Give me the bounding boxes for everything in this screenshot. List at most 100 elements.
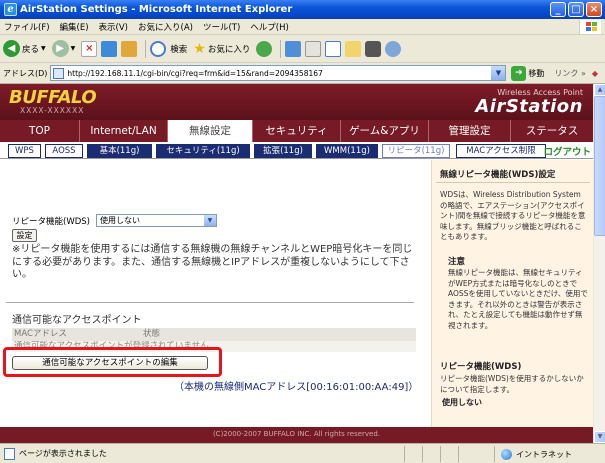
sub-navigation: WPS AOSS 基本(11g) セキュリティ(11g) 拡張(11g) WMM… — [0, 142, 593, 159]
main-navigation: TOP Internet/LAN 無線設定 セキュリティ ゲーム&アプリ 管理設… — [0, 120, 593, 142]
print-icon[interactable] — [305, 40, 322, 57]
page-icon — [53, 67, 65, 79]
address-input[interactable]: http://192.168.11.1/cgi-bin/cgi?req=frm&… — [50, 65, 507, 81]
menu-view[interactable]: 表示(V) — [99, 21, 128, 33]
tab-security[interactable]: セキュリティ — [253, 120, 341, 142]
scroll-thumb[interactable] — [594, 96, 605, 236]
subtab-wmm[interactable]: WMM(11g) — [316, 144, 378, 158]
tab-game-apps[interactable]: ゲーム&アプリ — [341, 120, 429, 142]
browser-toolbar: ◀ 戻る ▼ ▶ ▼ × 検索 ★ お気に入り — [0, 35, 605, 63]
scroll-up-icon[interactable]: ▲ — [594, 84, 605, 96]
status-cells — [404, 446, 476, 462]
settings-panel: リピータ機能(WDS) 使用しない ▼ 設定 ※リピータ機能を使用するには通信す… — [0, 160, 428, 427]
search-icon — [150, 40, 167, 57]
vertical-scrollbar[interactable]: ▲ ▼ — [593, 84, 605, 443]
go-arrow-icon: ➜ — [511, 65, 527, 81]
search-label: 検索 — [170, 44, 188, 55]
menu-tools[interactable]: ツール(T) — [203, 21, 240, 33]
subtab-advanced[interactable]: 拡張(11g) — [254, 144, 312, 158]
address-url: http://192.168.11.1/cgi-bin/cgi?req=frm&… — [67, 68, 323, 78]
history-icon[interactable] — [285, 40, 302, 57]
subtab-aoss[interactable]: AOSS — [45, 144, 83, 158]
forward-arrow-icon: ▶ — [51, 40, 69, 57]
back-button[interactable]: ◀ 戻る ▼ — [3, 40, 46, 57]
forward-button[interactable]: ▶ ▼ — [51, 40, 76, 57]
tab-wireless[interactable]: 無線設定 — [168, 120, 253, 142]
refresh-icon[interactable] — [101, 40, 118, 57]
ap-col-status: 状態 — [143, 329, 161, 339]
windows-logo-icon — [579, 20, 601, 34]
menu-favorites[interactable]: お気に入り(A) — [138, 21, 193, 33]
stop-icon[interactable]: × — [81, 40, 98, 57]
scroll-down-icon[interactable]: ▼ — [594, 431, 605, 443]
status-text: ページが表示されました — [19, 449, 107, 458]
ap-section-title: 通信可能なアクセスポイント — [12, 315, 142, 326]
edit-page-icon[interactable] — [325, 40, 342, 57]
home-icon[interactable] — [121, 40, 138, 57]
repeater-note: ※リピータ機能を使用するには通信する無線機の無線チャンネルとWEP暗号化キーを同… — [12, 244, 413, 280]
section-divider — [6, 302, 414, 303]
address-dropdown-icon[interactable]: ▼ — [491, 66, 506, 80]
security-zone: イントラネット — [494, 446, 602, 462]
links-button[interactable]: リンク » — [554, 68, 585, 79]
zone-label: イントラネット — [516, 449, 572, 459]
help-section-text: リピータ機能(WDS)を使用するかしないかについて指定します。 — [440, 374, 584, 394]
folder-icon[interactable] — [345, 40, 362, 57]
subtab-basic[interactable]: 基本(11g) — [87, 144, 152, 158]
back-arrow-icon: ◀ — [3, 40, 20, 57]
window-title: AirStation Settings - Microsoft Internet… — [20, 4, 293, 15]
help-section-title: リピータ機能(WDS) — [440, 362, 522, 372]
maximize-button[interactable]: □ — [568, 2, 584, 17]
help-intro: WDSは、Wireless Distribution System の略語で、エ… — [440, 190, 586, 241]
ap-table-header: MACアドレス 状態 — [12, 328, 416, 341]
subtab-security[interactable]: セキュリティ(11g) — [156, 144, 250, 158]
repeater-label: リピータ機能(WDS) — [12, 216, 90, 227]
media-icon[interactable] — [256, 40, 273, 57]
help-caution-text: 無線リピータ機能は、無線セキュリティがWEP方式または暗号化なしのときでAOSS… — [448, 268, 588, 330]
messenger-icon[interactable] — [365, 40, 382, 57]
forward-dropdown-icon[interactable]: ▼ — [71, 45, 76, 52]
menu-edit[interactable]: 編集(E) — [60, 21, 89, 33]
back-dropdown-icon[interactable]: ▼ — [41, 45, 46, 52]
logout-link[interactable]: ログアウト — [543, 144, 591, 158]
tab-internet-lan[interactable]: Internet/LAN — [80, 120, 168, 142]
favorites-button[interactable]: ★ お気に入り — [193, 41, 250, 57]
intranet-globe-icon — [501, 448, 512, 460]
subtab-wps[interactable]: WPS — [8, 144, 41, 158]
window-titlebar: e AirStation Settings - Microsoft Intern… — [0, 0, 605, 19]
subtab-repeater[interactable]: リピータ(11g) — [382, 144, 450, 158]
page-footer: (C)2000-2007 BUFFALO INC. All rights res… — [0, 427, 593, 443]
toolbar-separator — [280, 39, 282, 58]
favorites-star-icon: ★ — [193, 40, 206, 57]
help-sidebar: 無線リピータ機能(WDS)設定 WDSは、Wireless Distributi… — [431, 160, 593, 427]
tab-admin[interactable]: 管理設定 — [429, 120, 511, 142]
back-label: 戻る — [22, 44, 40, 55]
tools-icon[interactable] — [385, 40, 402, 57]
minimize-button[interactable]: _ — [550, 2, 566, 17]
ap-col-mac: MACアドレス — [14, 329, 67, 339]
repeater-setting-row: リピータ機能(WDS) 使用しない ▼ — [12, 214, 217, 227]
set-button[interactable]: 設定 — [12, 229, 37, 242]
repeater-select[interactable]: 使用しない ▼ — [95, 214, 217, 227]
buffalo-logo: BUFFALO — [9, 87, 97, 108]
window-controls: _ □ × — [550, 2, 602, 17]
ie-icon: e — [4, 3, 17, 16]
menu-file[interactable]: ファイル(F) — [4, 21, 50, 33]
repeater-select-value: 使用しない — [99, 216, 140, 225]
edit-ap-button[interactable]: 通信可能なアクセスポイントの編集 — [12, 356, 208, 370]
close-button[interactable]: × — [586, 2, 602, 17]
links-toolbar-icon[interactable]: ◆ — [592, 69, 598, 78]
menu-help[interactable]: ヘルプ(H) — [250, 21, 289, 33]
address-label: アドレス(D) — [3, 68, 48, 78]
status-bar: ページが表示されました イントラネット — [0, 443, 605, 463]
device-mac-address: （本機の無線側MACアドレス[00:16:01:00:AA:49]） — [174, 382, 419, 393]
search-button[interactable]: 検索 — [150, 40, 188, 57]
subtab-mac-access[interactable]: MACアクセス制限 — [456, 144, 546, 158]
model-name: XXXX-XXXXXX — [20, 106, 85, 115]
help-title: 無線リピータ機能(WDS)設定 — [440, 170, 556, 180]
tab-status[interactable]: ステータス — [511, 120, 593, 142]
tab-top[interactable]: TOP — [0, 120, 80, 142]
page-done-icon — [4, 447, 15, 460]
help-section-sub: 使用しない — [442, 398, 482, 407]
go-button[interactable]: ➜ 移動 — [511, 65, 544, 81]
